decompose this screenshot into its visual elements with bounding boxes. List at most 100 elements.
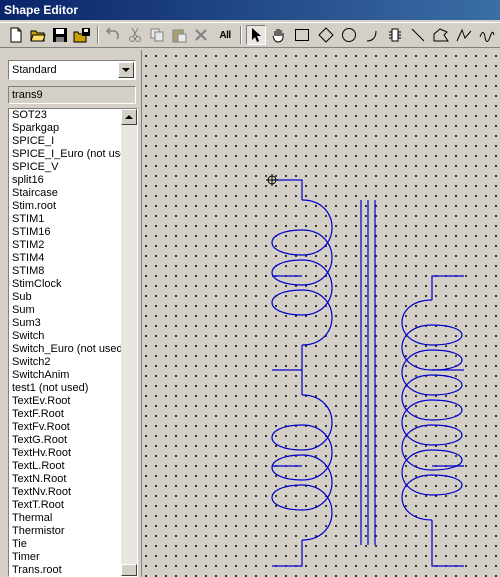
shape-list-item[interactable]: Switch bbox=[9, 330, 122, 343]
shape-list-item[interactable]: TextN.Root bbox=[9, 473, 122, 486]
shape-list-item[interactable]: Switch2 bbox=[9, 356, 122, 369]
shape-list-item[interactable]: STIM16 bbox=[9, 226, 122, 239]
open-button[interactable] bbox=[28, 25, 48, 45]
pin-tool-button[interactable] bbox=[385, 25, 405, 45]
undo-button[interactable] bbox=[103, 25, 123, 45]
shape-list-item[interactable]: Sum bbox=[9, 304, 122, 317]
shape-list-item[interactable]: SPICE_I bbox=[9, 135, 122, 148]
shape-list-item[interactable]: SwitchAnim bbox=[9, 369, 122, 382]
diamond-icon bbox=[318, 27, 334, 43]
shape-list-item[interactable]: split16 bbox=[9, 174, 122, 187]
transformer-core bbox=[360, 200, 376, 545]
primary-lead-top bbox=[272, 179, 303, 200]
shape-list-item[interactable]: Staircase bbox=[9, 187, 122, 200]
delete-icon bbox=[195, 29, 207, 41]
paste-button[interactable] bbox=[169, 25, 189, 45]
pointer-tool-button[interactable] bbox=[246, 25, 266, 45]
shape-list-item[interactable]: TextEv.Root bbox=[9, 395, 122, 408]
paste-icon bbox=[172, 29, 187, 43]
shape-list-item[interactable]: Switch_Euro (not used) bbox=[9, 343, 122, 356]
shape-list-item[interactable]: TextT.Root bbox=[9, 499, 122, 512]
shape-list-item[interactable]: SOT23 bbox=[9, 109, 122, 122]
cut-button[interactable] bbox=[125, 25, 145, 45]
shape-name-field[interactable]: trans9 bbox=[8, 86, 136, 104]
toolbar: All bbox=[0, 22, 500, 48]
shape-list-item[interactable]: Thermal bbox=[9, 512, 122, 525]
new-file-button[interactable] bbox=[6, 25, 26, 45]
window-title-bar: Shape Editor bbox=[0, 0, 500, 20]
polygon-icon bbox=[433, 28, 449, 42]
shape-list-item[interactable]: Tie bbox=[9, 538, 122, 551]
copy-icon bbox=[150, 28, 164, 42]
pointer-icon bbox=[252, 28, 261, 42]
save-icon bbox=[53, 28, 67, 42]
ellipse-icon bbox=[342, 28, 356, 42]
polygon-tool-button[interactable] bbox=[431, 25, 451, 45]
shape-list-item[interactable]: StimClock bbox=[9, 278, 122, 291]
wave-tool-button[interactable] bbox=[477, 25, 497, 45]
shape-list-item[interactable]: Sparkgap bbox=[9, 122, 122, 135]
open-folder-icon bbox=[30, 30, 46, 42]
library-dropdown-value: Standard bbox=[12, 64, 57, 76]
shape-list-item[interactable]: Thermistor bbox=[9, 525, 122, 538]
shape-list-items: SOT23 Sparkgap SPICE_I SPICE_I_Euro (not us… bbox=[9, 109, 122, 576]
window-title: Shape Editor bbox=[4, 3, 79, 17]
shape-list-item[interactable]: STIM4 bbox=[9, 252, 122, 265]
line-icon bbox=[411, 28, 425, 42]
shape-name-value: trans9 bbox=[12, 89, 43, 101]
shape-list-item[interactable]: TextF.Root bbox=[9, 408, 122, 421]
arc-icon bbox=[366, 30, 377, 42]
secondary-lead-bottom bbox=[431, 520, 464, 567]
shape-list-item[interactable]: test1 (not used) bbox=[9, 382, 122, 395]
delete-button[interactable] bbox=[191, 25, 211, 45]
save-button[interactable] bbox=[50, 25, 70, 45]
shape-browser-panel: Standard trans9 SOT23 Sparkgap SPICE_I SPIC… bbox=[0, 50, 140, 577]
secondary-coil bbox=[401, 299, 463, 521]
save-all-icon bbox=[73, 28, 90, 43]
wave-icon bbox=[479, 31, 495, 42]
shape-list-item[interactable]: SPICE_V bbox=[9, 161, 122, 174]
rectangle-icon bbox=[295, 29, 309, 41]
shape-list-item[interactable]: STIM1 bbox=[9, 213, 122, 226]
scroll-up-arrow-icon[interactable] bbox=[121, 109, 137, 125]
shape-list-item[interactable]: TextL.Root bbox=[9, 460, 122, 473]
shape-list-item[interactable]: TextNv.Root bbox=[9, 486, 122, 499]
transformer-shape bbox=[266, 174, 464, 567]
library-dropdown[interactable]: Standard bbox=[8, 60, 136, 80]
shape-list-item[interactable]: Sub bbox=[9, 291, 122, 304]
shape-list-item[interactable]: STIM2 bbox=[9, 239, 122, 252]
copy-button[interactable] bbox=[147, 25, 167, 45]
line-tool-button[interactable] bbox=[408, 25, 428, 45]
arc-tool-button[interactable] bbox=[362, 25, 382, 45]
cut-icon bbox=[129, 27, 141, 42]
shape-list-item[interactable]: Trans.root bbox=[9, 564, 122, 576]
shape-list-item[interactable]: Timer bbox=[9, 551, 122, 564]
primary-coil-upper bbox=[271, 199, 333, 346]
primary-lead-bottom bbox=[272, 540, 303, 567]
shape-list-item[interactable]: TextG.Root bbox=[9, 434, 122, 447]
shape-list-item[interactable]: TextFv.Root bbox=[9, 421, 122, 434]
polyline-tool-button[interactable] bbox=[454, 25, 474, 45]
rectangle-tool-button[interactable] bbox=[292, 25, 312, 45]
shape-list-item[interactable]: SPICE_I_Euro (not used) bbox=[9, 148, 122, 161]
ellipse-tool-button[interactable] bbox=[339, 25, 359, 45]
select-all-icon: All bbox=[219, 29, 231, 41]
shape-list[interactable]: SOT23 Sparkgap SPICE_I SPICE_I_Euro (not us… bbox=[8, 108, 138, 577]
shape-list-item[interactable]: Stim.root bbox=[9, 200, 122, 213]
shape-list-scrollbar[interactable] bbox=[121, 109, 137, 576]
primary-coil-lower bbox=[271, 394, 333, 541]
pin-icon bbox=[389, 28, 401, 42]
select-all-button[interactable]: All bbox=[213, 25, 237, 45]
shape-list-item[interactable]: STIM8 bbox=[9, 265, 122, 278]
hand-tool-button[interactable] bbox=[269, 25, 289, 45]
undo-icon bbox=[105, 27, 119, 40]
shape-list-item[interactable]: Sum3 bbox=[9, 317, 122, 330]
chevron-down-icon[interactable] bbox=[118, 62, 134, 78]
scroll-thumb[interactable] bbox=[121, 564, 137, 576]
origin-marker bbox=[266, 174, 278, 186]
polyline-icon bbox=[456, 28, 472, 42]
drawing-canvas[interactable] bbox=[141, 50, 500, 577]
shape-list-item[interactable]: TextHv.Root bbox=[9, 447, 122, 460]
save-all-button[interactable] bbox=[72, 25, 92, 45]
diamond-tool-button[interactable] bbox=[316, 25, 336, 45]
